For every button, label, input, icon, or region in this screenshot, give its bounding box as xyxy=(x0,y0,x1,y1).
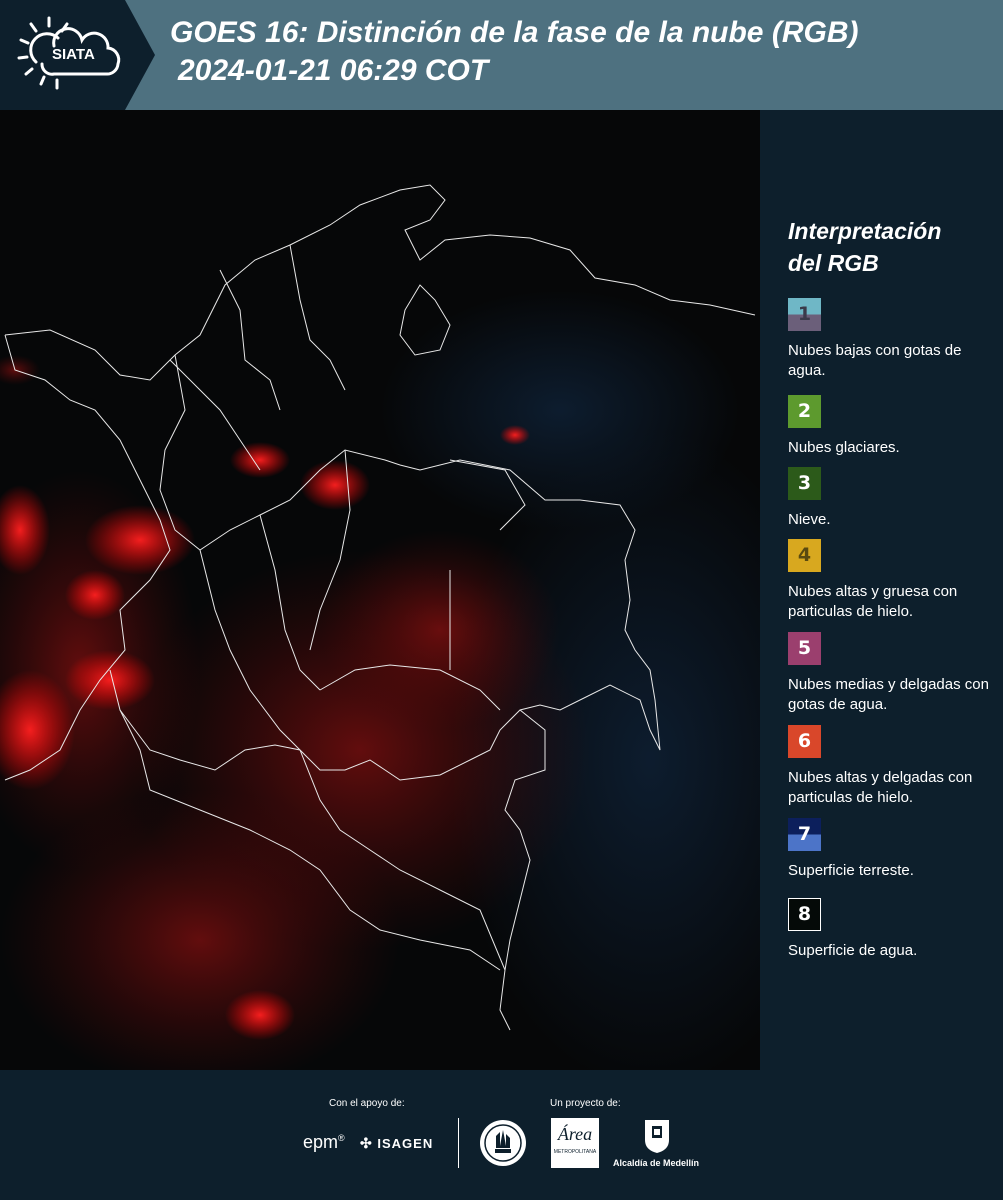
alcaldia-text: Alcaldía de Medellín xyxy=(613,1158,700,1168)
legend-number-1: 1 xyxy=(797,303,812,325)
legend-item-2: 2 Nubes glaciares. xyxy=(788,395,1003,458)
legend-number-6: 6 xyxy=(797,730,812,752)
header: SIATA GOES 16: Distinción de la fase de … xyxy=(0,0,1003,110)
alcaldia-crest-icon xyxy=(645,1120,669,1153)
title-line-1: GOES 16: Distinción de la fase de la nub… xyxy=(170,16,859,49)
project-label: Un proyecto de: xyxy=(550,1098,621,1109)
support-label: Con el apoyo de: xyxy=(329,1098,405,1109)
legend-number-7: 7 xyxy=(797,823,812,845)
siata-seal-icon xyxy=(480,1120,526,1166)
legend-number-2: 2 xyxy=(797,400,812,422)
isagen-text: ISAGEN xyxy=(377,1136,434,1151)
legend-swatch-8: 8 xyxy=(788,898,821,931)
legend-label-3: Nieve. xyxy=(788,511,831,528)
title-line-2: 2024-01-21 06:29 COT xyxy=(178,54,489,87)
legend-swatch-5: 5 xyxy=(788,632,821,665)
legend-label-4: Nubes altas y gruesa con particulas de h… xyxy=(788,583,958,620)
legend-item-4: 4 Nubes altas y gruesa con particulas de… xyxy=(788,539,1003,622)
legend-title: Interpretación del RGB xyxy=(788,215,941,279)
legend-item-6: 6 Nubes altas y delgadas con particulas … xyxy=(788,725,1003,808)
legend-swatch-4: 4 xyxy=(788,539,821,572)
page-title: GOES 16: Distinción de la fase de la nub… xyxy=(170,14,858,90)
satellite-map xyxy=(0,110,760,1070)
epm-logo: epm® xyxy=(303,1132,345,1152)
legend-item-8: 8 Superficie de agua. xyxy=(788,898,1003,961)
legend-item-1: 1 Nubes bajas con gotas de agua. xyxy=(788,298,1003,381)
area-metropolitana-logo: Área METROPOLITANA xyxy=(551,1118,599,1168)
legend-number-8: 8 xyxy=(797,903,812,925)
footer-divider xyxy=(458,1118,459,1168)
legend-swatch-3: 3 xyxy=(788,467,821,500)
epm-text: epm xyxy=(303,1132,339,1152)
legend-item-7: 7 Superficie terreste. xyxy=(788,818,1003,881)
legend-swatch-6: 6 xyxy=(788,725,821,758)
legend-label-5: Nubes medias y delgadas con gotas de agu… xyxy=(788,676,989,713)
legend-number-5: 5 xyxy=(797,637,812,659)
legend-label-8: Superficie de agua. xyxy=(788,942,918,959)
legend-number-4: 4 xyxy=(797,544,812,566)
legend-swatch-1: 1 xyxy=(788,298,821,331)
legend-number-3: 3 xyxy=(797,472,812,494)
legend-title-line-1: Interpretación xyxy=(788,218,942,244)
legend-label-1: Nubes bajas con gotas de agua. xyxy=(788,342,962,379)
legend-item-5: 5 Nubes medias y delgadas con gotas de a… xyxy=(788,632,1003,715)
legend-swatch-2: 2 xyxy=(788,395,821,428)
legend-swatch-7: 7 xyxy=(788,818,821,851)
footer: Con el apoyo de: Un proyecto de: epm® ✣ … xyxy=(0,1070,1003,1200)
legend-item-3: 3 Nieve. xyxy=(788,467,1003,530)
legend-title-line-2: del RGB xyxy=(788,250,879,276)
legend-panel: Interpretación del RGB 1 Nubes bajas con… xyxy=(760,110,1003,1070)
isagen-logo: ✣ ISAGEN xyxy=(360,1135,433,1152)
legend-label-2: Nubes glaciares. xyxy=(788,439,900,456)
satellite-image xyxy=(0,110,760,1070)
isagen-icon: ✣ xyxy=(360,1135,373,1151)
legend-label-7: Superficie terreste. xyxy=(788,862,914,879)
area-text: Área xyxy=(557,1124,593,1144)
area-sub-text: METROPOLITANA xyxy=(553,1149,597,1155)
logo-text: SIATA xyxy=(52,46,95,63)
legend-label-6: Nubes altas y delgadas con particulas de… xyxy=(788,769,973,806)
